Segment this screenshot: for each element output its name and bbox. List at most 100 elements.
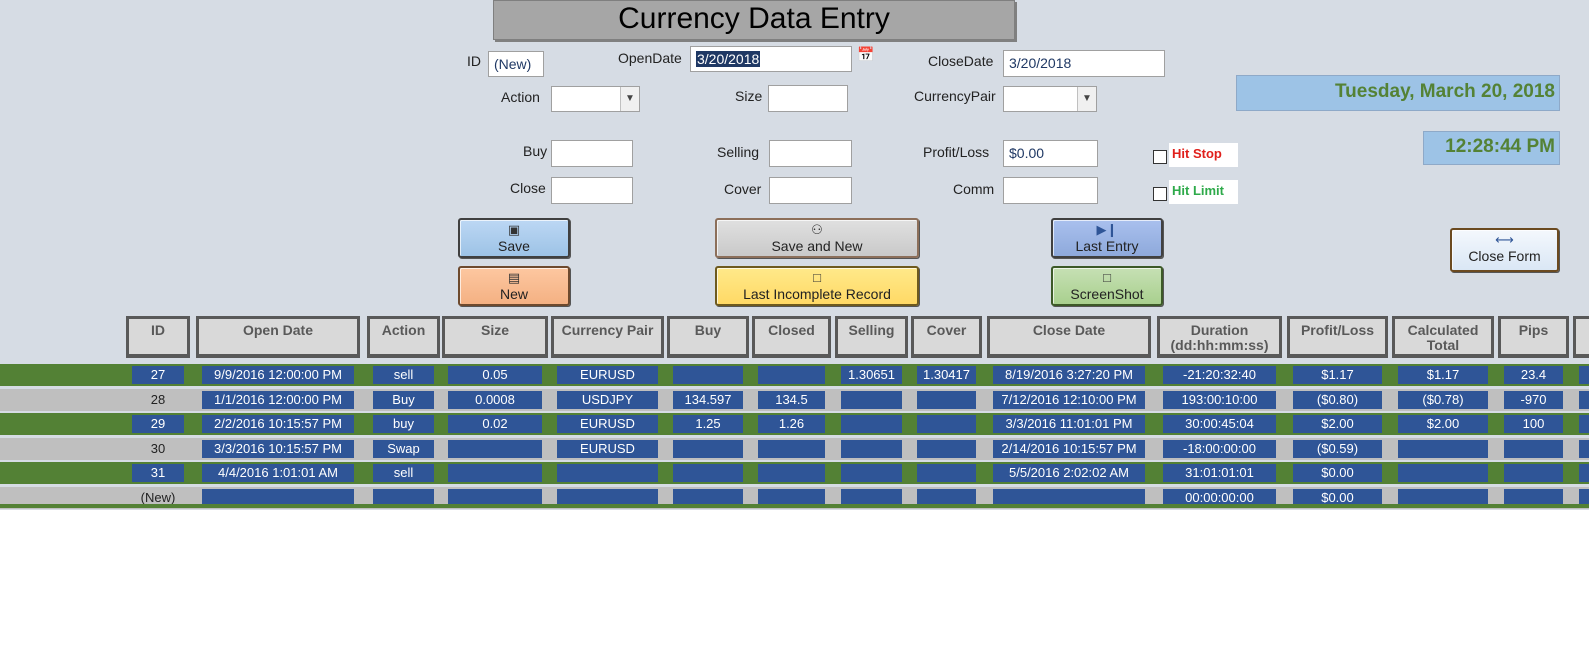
last-incomplete-record-button[interactable]: □ Last Incomplete Record: [715, 266, 919, 306]
cell-calculated-total[interactable]: [1398, 464, 1488, 482]
cell-pips[interactable]: 100: [1504, 415, 1563, 433]
cell-close-date[interactable]: 5/5/2016 2:02:02 AM: [993, 464, 1145, 482]
cell-duration[interactable]: -21:20:32:40: [1163, 366, 1276, 384]
cell-action[interactable]: sell: [373, 464, 434, 482]
column-header-calculated-total[interactable]: Calculated Total: [1392, 316, 1494, 358]
cell-id[interactable]: 27: [132, 366, 184, 384]
cell-calculated-total[interactable]: $2.00: [1398, 415, 1488, 433]
hit-limit-checkbox[interactable]: [1153, 187, 1167, 201]
close-form-button[interactable]: ⟷ Close Form: [1450, 228, 1559, 272]
cell-selling[interactable]: [841, 415, 902, 433]
column-header-action[interactable]: Action: [367, 316, 440, 358]
cell-open-date[interactable]: 4/4/2016 1:01:01 AM: [202, 464, 354, 482]
save-and-new-button[interactable]: ⚇ Save and New: [715, 218, 919, 258]
table-row[interactable]: 29 2/2/2016 10:15:57 PM buy 0.02 EURUSD 1.25 1…: [0, 413, 1589, 435]
cell-cover[interactable]: [917, 464, 976, 482]
action-combo[interactable]: ▼: [551, 86, 640, 112]
cell-currency-pair[interactable]: EURUSD: [557, 366, 658, 384]
cell-overflow[interactable]: [1579, 390, 1589, 409]
column-header-buy[interactable]: Buy: [667, 316, 749, 358]
cell-closed[interactable]: 134.5: [758, 390, 825, 409]
cell-buy[interactable]: 134.597: [673, 390, 743, 409]
cell-buy[interactable]: [673, 464, 743, 482]
table-row[interactable]: 30 3/3/2016 10:15:57 PM Swap EURUSD 2/14/201…: [0, 437, 1589, 460]
column-header-id[interactable]: ID: [126, 316, 190, 358]
column-header-size[interactable]: Size: [442, 316, 548, 358]
open-date-field[interactable]: 3/20/2018: [690, 46, 852, 72]
cell-buy[interactable]: [673, 439, 743, 458]
cell-buy[interactable]: [673, 366, 743, 384]
cell-closed[interactable]: [758, 439, 825, 458]
cell-currency-pair[interactable]: EURUSD: [557, 415, 658, 433]
cell-open-date[interactable]: 1/1/2016 12:00:00 PM: [202, 390, 354, 409]
last-entry-button[interactable]: ▶❙ Last Entry: [1051, 218, 1163, 258]
cell-selling[interactable]: 1.30651: [841, 366, 902, 384]
cell-open-date[interactable]: 2/2/2016 10:15:57 PM: [202, 415, 354, 433]
cell-close-date[interactable]: 3/3/2016 11:01:01 PM: [993, 415, 1145, 433]
cell-overflow[interactable]: [1579, 439, 1589, 458]
cell-selling[interactable]: [841, 390, 902, 409]
cover-field[interactable]: [769, 177, 852, 204]
cell-id[interactable]: 28: [132, 390, 184, 409]
cell-action[interactable]: sell: [373, 366, 434, 384]
cell-id[interactable]: 31: [132, 464, 184, 482]
table-row[interactable]: 27 9/9/2016 12:00:00 PM sell 0.05 EURUSD 1.30…: [0, 364, 1589, 386]
cell-cover[interactable]: [917, 439, 976, 458]
profit-loss-field[interactable]: $0.00: [1003, 140, 1098, 167]
table-row[interactable]: 31 4/4/2016 1:01:01 AM sell 5/5/2016 2:02:0…: [0, 462, 1589, 484]
column-header-closed[interactable]: Closed: [752, 316, 831, 358]
cell-size[interactable]: 0.0008: [448, 390, 542, 409]
cell-closed[interactable]: [758, 366, 825, 384]
cell-currency-pair[interactable]: [557, 464, 658, 482]
chevron-down-icon[interactable]: ▼: [1077, 87, 1096, 111]
column-header-overflow[interactable]: [1573, 316, 1589, 358]
cell-calculated-total[interactable]: ($0.78): [1398, 390, 1488, 409]
column-header-selling[interactable]: Selling: [835, 316, 908, 358]
cell-closed[interactable]: [758, 464, 825, 482]
cell-size[interactable]: 0.05: [448, 366, 542, 384]
cell-pips[interactable]: [1504, 464, 1563, 482]
cell-duration[interactable]: -18:00:00:00: [1163, 439, 1276, 458]
cell-profit-loss[interactable]: $1.17: [1293, 366, 1382, 384]
cell-id[interactable]: 29: [132, 415, 184, 433]
selling-field[interactable]: [769, 140, 852, 167]
cell-pips[interactable]: 23.4: [1504, 366, 1563, 384]
cell-selling[interactable]: [841, 439, 902, 458]
cell-calculated-total[interactable]: [1398, 439, 1488, 458]
new-button[interactable]: ▤ New: [458, 266, 570, 306]
chevron-down-icon[interactable]: ▼: [620, 87, 639, 111]
cell-profit-loss[interactable]: ($0.59): [1293, 439, 1382, 458]
column-header-close-date[interactable]: Close Date: [987, 316, 1151, 358]
cell-close-date[interactable]: 2/14/2016 10:15:57 PM: [993, 439, 1145, 458]
cell-pips[interactable]: -970: [1504, 390, 1563, 409]
cell-action[interactable]: buy: [373, 415, 434, 433]
cell-cover[interactable]: [917, 415, 976, 433]
size-field[interactable]: [768, 85, 848, 112]
cell-profit-loss[interactable]: $2.00: [1293, 415, 1382, 433]
cell-close-date[interactable]: 7/12/2016 12:10:00 PM: [993, 390, 1145, 409]
cell-buy[interactable]: 1.25: [673, 415, 743, 433]
table-row[interactable]: 28 1/1/2016 12:00:00 PM Buy 0.0008 USDJPY 134…: [0, 388, 1589, 411]
cell-closed[interactable]: 1.26: [758, 415, 825, 433]
close-field[interactable]: [551, 177, 633, 204]
calendar-icon[interactable]: 📅: [857, 46, 874, 63]
column-header-pips[interactable]: Pips: [1498, 316, 1569, 358]
column-header-profit-loss[interactable]: Profit/Loss: [1287, 316, 1388, 358]
cell-profit-loss[interactable]: $0.00: [1293, 464, 1382, 482]
column-header-currency-pair[interactable]: Currency Pair: [551, 316, 664, 358]
cell-selling[interactable]: [841, 464, 902, 482]
cell-cover[interactable]: 1.30417: [917, 366, 976, 384]
cell-overflow[interactable]: [1579, 366, 1589, 384]
cell-action[interactable]: Buy: [373, 390, 434, 409]
cell-overflow[interactable]: [1579, 464, 1589, 482]
close-date-field[interactable]: 3/20/2018: [1003, 50, 1165, 77]
comm-field[interactable]: [1003, 177, 1098, 204]
cell-duration[interactable]: 30:00:45:04: [1163, 415, 1276, 433]
cell-size[interactable]: [448, 464, 542, 482]
cell-calculated-total[interactable]: $1.17: [1398, 366, 1488, 384]
save-button[interactable]: ▣ Save: [458, 218, 570, 258]
cell-action[interactable]: Swap: [373, 439, 434, 458]
cell-duration[interactable]: 31:01:01:01: [1163, 464, 1276, 482]
id-field[interactable]: (New): [488, 51, 544, 77]
cell-open-date[interactable]: 3/3/2016 10:15:57 PM: [202, 439, 354, 458]
